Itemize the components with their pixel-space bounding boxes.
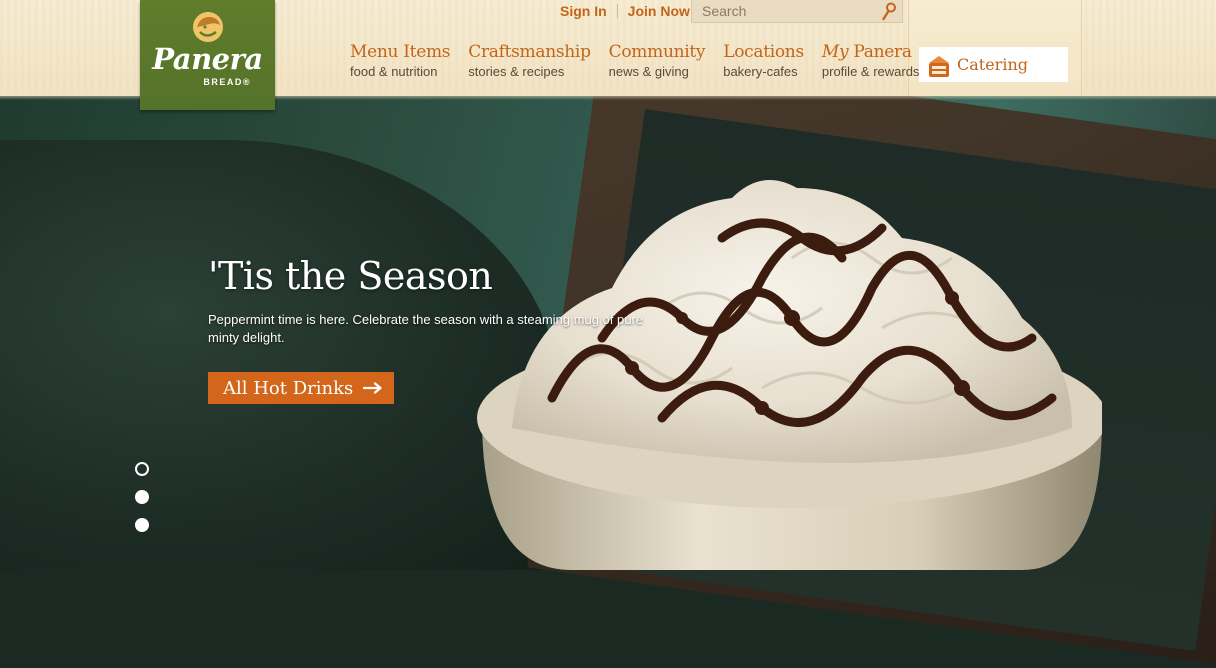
hero-description: Peppermint time is here. Celebrate the s…	[208, 312, 644, 345]
nav-item-subtitle: stories & recipes	[468, 64, 565, 79]
whipped-cream-cup-image	[477, 180, 1102, 570]
nav-item-subtitle: food & nutrition	[350, 64, 438, 79]
nav-item-subtitle: profile & rewards	[821, 64, 920, 79]
nav-item-title: Craftsmanship	[468, 42, 591, 62]
search-icon[interactable]	[880, 1, 898, 21]
nav-item-title: My Panera	[822, 42, 920, 62]
slider-dot-3[interactable]	[135, 518, 149, 532]
nav-item-community[interactable]: Community news & giving	[609, 42, 706, 79]
nav-item-title-text: Panera	[853, 42, 912, 62]
all-hot-drinks-button[interactable]: All Hot Drinks	[208, 372, 394, 404]
search-input[interactable]	[700, 0, 872, 22]
slider-dot-1[interactable]	[135, 462, 149, 476]
search-box	[691, 0, 903, 23]
nav-item-subtitle: news & giving	[608, 64, 689, 79]
arrow-right-icon	[363, 382, 382, 394]
sign-in-link[interactable]: Sign In	[560, 3, 607, 19]
catering-label: Catering	[957, 55, 1028, 74]
catering-box-icon	[929, 55, 949, 77]
catering-button[interactable]: Catering	[919, 47, 1068, 82]
nav-item-title: Locations	[723, 42, 804, 62]
nav-item-craftsmanship[interactable]: Craftsmanship stories & recipes	[468, 42, 591, 79]
join-now-link[interactable]: Join Now	[628, 3, 690, 19]
logo-wordmark: Panera	[152, 42, 263, 76]
nav-item-my-panera[interactable]: My Panera profile & rewards	[822, 42, 920, 79]
nav-item-title: Community	[608, 42, 706, 62]
nav-item-locations[interactable]: Locations bakery-cafes	[723, 42, 804, 79]
main-nav: Menu Items food & nutrition Craftsmanshi…	[350, 42, 937, 79]
slider-dot-2[interactable]	[135, 490, 149, 504]
my-prefix: My	[821, 42, 849, 62]
nav-item-menu-items[interactable]: Menu Items food & nutrition	[350, 42, 451, 79]
nav-item-subtitle: bakery-cafes	[723, 64, 798, 79]
nav-item-title: Menu Items	[350, 42, 451, 62]
hero-title: 'Tis the Season	[208, 254, 493, 298]
bread-woman-logo-icon	[193, 12, 223, 42]
account-links: Sign In Join Now	[560, 3, 690, 19]
account-separator	[616, 4, 618, 18]
logo-subtitle: BREAD®	[203, 77, 251, 87]
panera-logo[interactable]: Panera BREAD®	[140, 0, 275, 110]
cta-label: All Hot Drinks	[223, 377, 354, 399]
